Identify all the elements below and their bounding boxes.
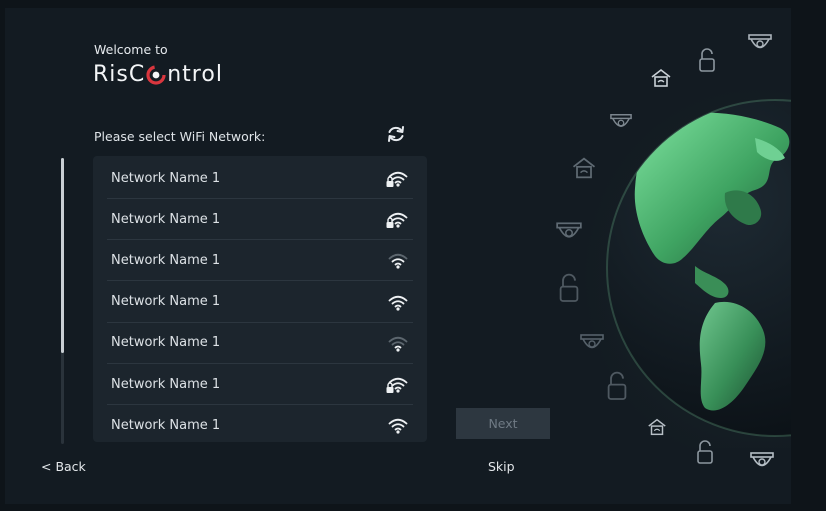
refresh-icon[interactable] [385,123,407,145]
network-list-item[interactable]: Network Name 1 [107,199,413,241]
brand-text-end: ntrol [167,62,223,87]
home-icon [648,418,666,436]
camera-icon [610,114,632,127]
network-name: Network Name 1 [111,211,221,227]
network-list-item[interactable]: Network Name 1 [107,323,413,364]
network-list-item[interactable]: Network Name 1 [107,158,413,199]
network-list-item[interactable]: Network Name 1 [107,364,413,405]
network-list-scroll-thumb[interactable] [61,158,64,353]
camera-icon [580,334,604,349]
unlocked-padlock-icon [559,273,579,302]
home-icon [572,157,596,179]
camera-icon [748,34,772,49]
network-name: Network Name 1 [111,335,221,351]
network-name: Network Name 1 [111,294,221,310]
wifi-prompt: Please select WiFi Network: [94,129,266,144]
camera-icon [750,452,774,467]
home-icon [651,68,671,87]
network-name: Network Name 1 [111,170,221,186]
network-name: Network Name 1 [111,376,221,392]
network-list: Network Name 1 Network Name 1 Network Name… [93,156,427,442]
unlocked-padlock-icon [697,440,713,464]
network-list-item[interactable]: Network Name 1 [107,240,413,282]
wifi-setup-screen: Welcome to RisC ntrol Please select WiFi… [5,8,791,504]
brand-swirl-icon [146,64,166,85]
network-name: Network Name 1 [111,252,221,268]
network-name: Network Name 1 [111,417,221,433]
next-button[interactable]: Next [456,408,550,439]
camera-icon [556,222,582,238]
skip-button[interactable]: Skip [488,459,515,474]
brand-text-start: RisC [93,62,146,87]
wifi-signal-icon [388,295,408,311]
unlocked-padlock-icon [699,48,715,72]
welcome-text: Welcome to [94,42,168,57]
wifi-signal-icon [388,336,408,352]
wifi-secured-icon [386,171,408,187]
network-list-item[interactable]: Network Name 1 [107,282,413,323]
unlocked-padlock-icon [607,371,627,400]
back-button[interactable]: < Back [41,459,86,474]
wifi-secured-icon [386,213,408,229]
wifi-signal-icon [388,254,408,269]
network-list-item[interactable]: Network Name 1 [107,405,413,442]
brand-logo: RisC ntrol [93,62,223,87]
wifi-signal-icon [388,419,408,434]
wifi-secured-icon [386,377,408,393]
globe-illustration [606,99,791,437]
